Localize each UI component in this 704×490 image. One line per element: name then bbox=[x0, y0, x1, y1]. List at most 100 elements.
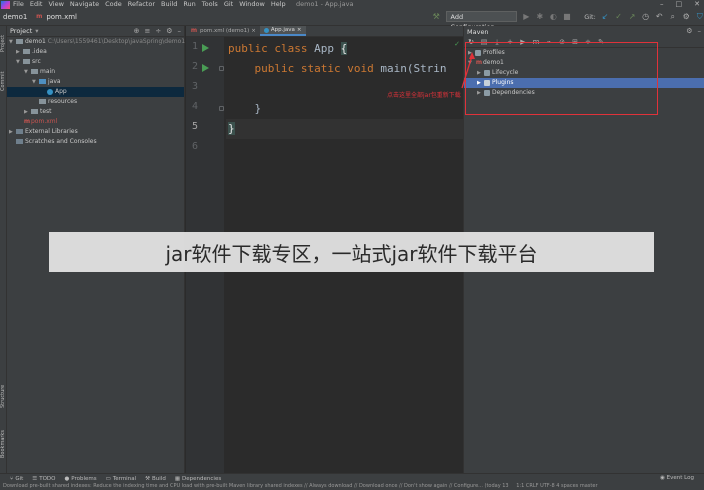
tree-item-demo1[interactable]: ▼ demo1 C:\Users\1559461\Desktop\javaSpri… bbox=[7, 37, 185, 47]
breadcrumb-project[interactable]: demo1 bbox=[3, 13, 27, 21]
menu-window[interactable]: Window bbox=[239, 0, 265, 9]
search-icon[interactable]: ⌕ bbox=[668, 12, 677, 21]
execute-goal-icon[interactable]: m bbox=[532, 38, 540, 46]
folder-icon bbox=[39, 99, 46, 104]
stripe-structure-tab[interactable]: Structure bbox=[0, 378, 7, 414]
stop-icon[interactable]: ■ bbox=[563, 12, 572, 21]
tree-item-main[interactable]: ▼ main bbox=[7, 67, 184, 77]
menu-tools[interactable]: Tools bbox=[202, 0, 218, 9]
menu-git[interactable]: Git bbox=[224, 0, 233, 9]
tool-event-log[interactable]: ◉ Event Log bbox=[660, 475, 694, 481]
hide-icon[interactable]: – bbox=[698, 27, 702, 35]
hide-icon[interactable]: – bbox=[178, 27, 182, 35]
tree-item-app[interactable]: App bbox=[7, 87, 184, 97]
maven-tree-lifecycle[interactable]: ▶ Lifecycle bbox=[464, 68, 704, 78]
reload-all-maven-projects-icon[interactable]: ↻ bbox=[467, 38, 475, 46]
settings-icon[interactable]: ⚙ bbox=[682, 12, 691, 21]
minimize-icon[interactable]: – bbox=[660, 0, 664, 9]
stripe-commit-tab[interactable]: Commit bbox=[0, 66, 7, 96]
close-tab-icon[interactable]: × bbox=[297, 25, 302, 35]
close-icon[interactable]: ✕ bbox=[694, 0, 700, 9]
menu-view[interactable]: View bbox=[48, 0, 63, 9]
rollback-icon[interactable]: ↶ bbox=[655, 12, 664, 21]
tree-item-test[interactable]: ▶ test bbox=[7, 107, 184, 117]
menu-help[interactable]: Help bbox=[271, 0, 286, 9]
run-main-icon[interactable] bbox=[202, 64, 209, 72]
tool-git[interactable]: ⑂ Git bbox=[10, 476, 23, 482]
toggle-offline-icon[interactable]: ⌁ bbox=[545, 38, 553, 46]
tab-pom-xml[interactable]: m pom.xml (demo1) × bbox=[186, 26, 260, 36]
tool-problems[interactable]: ● Problems bbox=[64, 476, 96, 482]
maven-tree-demo1[interactable]: ▼ mdemo1 bbox=[464, 58, 704, 68]
collapse-all-icon[interactable]: ≡ bbox=[144, 27, 150, 35]
tree-item-src[interactable]: ▼ src bbox=[7, 57, 184, 67]
tree-item-label: External Libraries bbox=[25, 128, 78, 135]
expand-icon[interactable]: ÷ bbox=[155, 27, 161, 35]
menu-file[interactable]: File bbox=[13, 0, 24, 9]
add-configuration-button[interactable]: Add Configuration... bbox=[445, 11, 518, 31]
add-maven-project-icon[interactable]: + bbox=[506, 38, 514, 46]
git-commit-icon[interactable]: ✓ bbox=[614, 12, 623, 21]
wrench-icon[interactable]: ✎ bbox=[597, 38, 605, 46]
tool-terminal[interactable]: ▭ Terminal bbox=[106, 476, 136, 482]
breadcrumb-file[interactable]: m pom.xml bbox=[35, 13, 77, 21]
fold-marker-icon[interactable] bbox=[219, 106, 224, 111]
debug-icon[interactable]: ✱ bbox=[536, 12, 545, 21]
project-panel-title[interactable]: Project bbox=[10, 27, 32, 35]
git-push-icon[interactable]: ↗ bbox=[628, 12, 637, 21]
tree-item-resources[interactable]: resources bbox=[7, 97, 184, 107]
menu-edit[interactable]: Edit bbox=[30, 0, 43, 9]
close-tab-icon[interactable]: × bbox=[251, 26, 256, 36]
menu-refactor[interactable]: Refactor bbox=[128, 0, 155, 9]
status-message[interactable]: Download pre-built shared indexes: Reduc… bbox=[3, 483, 509, 489]
tree-item-java[interactable]: ▼ java bbox=[7, 77, 184, 87]
download-sources-icon[interactable]: ⤓ bbox=[493, 38, 501, 47]
menu-code[interactable]: Code bbox=[105, 0, 122, 9]
shield-icon[interactable]: ⛉ bbox=[696, 12, 704, 21]
show-dependencies-icon[interactable]: ⊞ bbox=[571, 38, 579, 46]
tab-app-java[interactable]: App.java × bbox=[259, 25, 306, 36]
generate-sources-icon[interactable]: ▤ bbox=[480, 38, 488, 46]
tool-label: Git bbox=[15, 475, 24, 482]
settings-icon[interactable]: ⚙ bbox=[166, 27, 172, 35]
maven-tree-dependencies[interactable]: ▶ Dependencies bbox=[464, 88, 704, 98]
status-right[interactable]: 1:1 CRLF UTF-8 4 spaces master bbox=[516, 483, 597, 489]
tree-item-pom[interactable]: mpom.xml bbox=[7, 117, 184, 127]
skip-tests-icon[interactable]: ⊘ bbox=[558, 38, 566, 46]
history-icon[interactable]: ◷ bbox=[641, 12, 650, 21]
fold-marker-icon[interactable] bbox=[219, 66, 224, 71]
coverage-icon[interactable]: ◐ bbox=[549, 12, 558, 21]
maven-tree-profiles[interactable]: ▶ Profiles bbox=[464, 48, 704, 58]
maven-tree-plugins[interactable]: ▶ Plugins bbox=[464, 78, 704, 88]
collapse-all-icon[interactable]: ≑ bbox=[584, 38, 592, 46]
keyword: public class bbox=[228, 42, 315, 55]
tree-item-idea[interactable]: ▶ .idea bbox=[7, 47, 184, 57]
run-maven-build-icon[interactable]: ▶ bbox=[519, 38, 527, 46]
inspection-ok-icon[interactable]: ✓ bbox=[454, 40, 460, 48]
tool-label: TODO bbox=[39, 475, 56, 482]
line-number: 2 bbox=[191, 61, 198, 72]
chevron-down-icon[interactable]: ▾ bbox=[35, 27, 38, 35]
run-class-icon[interactable] bbox=[202, 44, 209, 52]
hammer-icon[interactable]: ⚒ bbox=[432, 12, 441, 21]
tree-item-external-libraries[interactable]: ▶ External Libraries bbox=[7, 127, 184, 137]
menu-run[interactable]: Run bbox=[183, 0, 195, 9]
menu-build[interactable]: Build bbox=[161, 0, 177, 9]
brace: { bbox=[340, 42, 348, 55]
tool-dependencies[interactable]: ▦ Dependencies bbox=[175, 476, 221, 482]
maximize-icon[interactable]: □ bbox=[676, 0, 683, 9]
locate-icon[interactable]: ⊕ bbox=[134, 27, 140, 35]
run-icon[interactable]: ▶ bbox=[522, 12, 531, 21]
settings-icon[interactable]: ⚙ bbox=[686, 27, 692, 35]
tool-build[interactable]: ⚒ Build bbox=[145, 476, 166, 482]
git-update-icon[interactable]: ↙ bbox=[601, 12, 610, 21]
tool-todo[interactable]: ☰ TODO bbox=[32, 476, 55, 482]
stripe-project-tab[interactable]: Project bbox=[0, 28, 7, 58]
tree-item-scratches[interactable]: Scratches and Consoles bbox=[7, 137, 184, 147]
menu-navigate[interactable]: Navigate bbox=[70, 0, 99, 9]
code-line-5-current: } bbox=[226, 119, 463, 139]
window-title: demo1 - App.java bbox=[296, 0, 354, 8]
stripe-bookmarks-tab[interactable]: Bookmarks bbox=[0, 424, 7, 464]
folder-icon bbox=[31, 69, 38, 74]
navigation-bar: demo1 m pom.xml ⚒ Add Configuration... ▶… bbox=[0, 9, 704, 31]
